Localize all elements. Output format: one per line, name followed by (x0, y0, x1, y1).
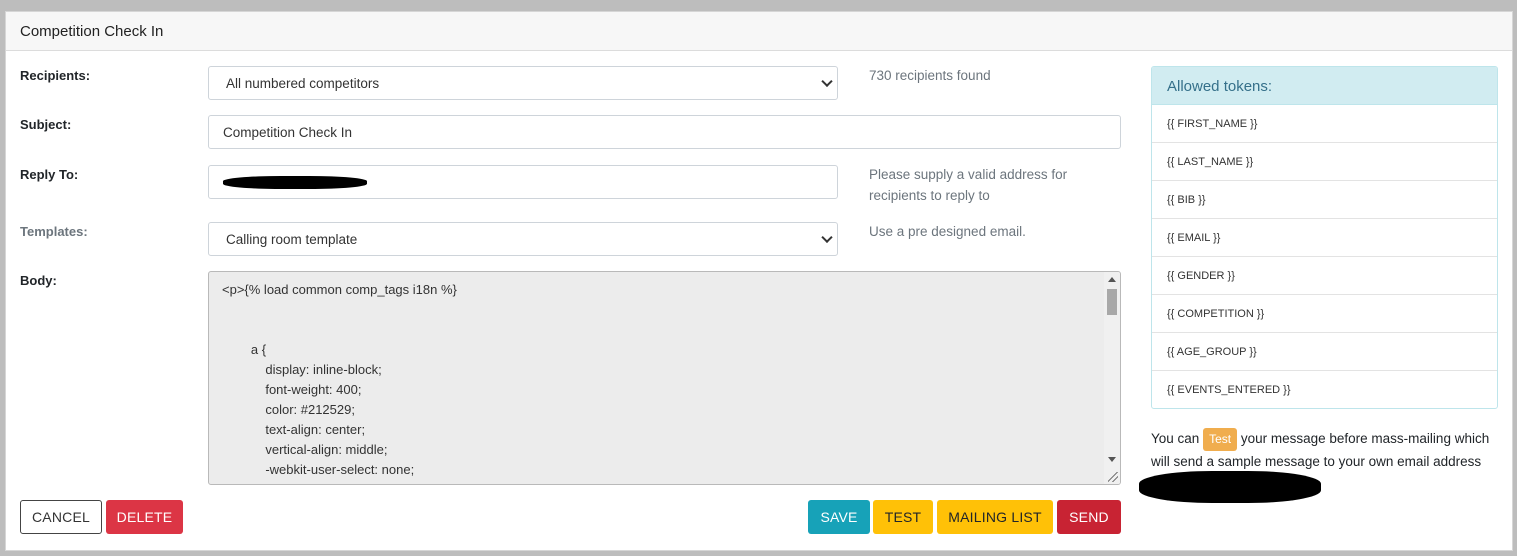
send-button[interactable]: SEND (1057, 500, 1121, 534)
templates-value: Calling room template (226, 231, 358, 247)
panel-header: Competition Check In (6, 12, 1512, 51)
reply-to-label: Reply To: (20, 167, 79, 182)
cancel-button[interactable]: CANCEL (20, 500, 102, 534)
reply-to-input[interactable] (208, 165, 838, 199)
recipients-select[interactable]: All numbered competitors (208, 66, 838, 100)
token-item[interactable]: {{ EMAIL }} (1152, 219, 1497, 257)
body-scrollbar[interactable] (1104, 272, 1120, 484)
chevron-down-icon (821, 75, 833, 88)
compose-panel: Competition Check In Recipients: All num… (5, 11, 1513, 551)
subject-label: Subject: (20, 117, 72, 132)
test-button[interactable]: TEST (873, 500, 933, 534)
body-content[interactable]: <p>{% load common comp_tags i18n %} a { … (209, 272, 1105, 484)
scroll-thumb[interactable] (1107, 289, 1117, 315)
templates-label: Templates: (20, 224, 88, 239)
panel-title: Competition Check In (20, 23, 164, 40)
token-item[interactable]: {{ FIRST_NAME }} (1152, 105, 1497, 143)
test-note-prefix: You can (1151, 431, 1200, 447)
token-item[interactable]: {{ AGE_GROUP }} (1152, 333, 1497, 371)
recipients-value: All numbered competitors (226, 75, 380, 91)
scroll-up-arrow-icon[interactable] (1108, 277, 1116, 282)
templates-help: Use a pre designed email. (869, 224, 1026, 239)
redaction-mark (1139, 471, 1321, 503)
recipients-count: 730 recipients found (869, 68, 991, 83)
test-note: You can Test your message before mass-ma… (1151, 428, 1511, 472)
test-note-suffix: your message before mass-mailing which w… (1151, 431, 1490, 469)
test-badge: Test (1203, 428, 1238, 451)
token-item[interactable]: {{ EVENTS_ENTERED }} (1152, 371, 1497, 408)
recipients-label: Recipients: (20, 68, 91, 83)
token-item[interactable]: {{ COMPETITION }} (1152, 295, 1497, 333)
allowed-tokens-title: Allowed tokens: (1152, 67, 1497, 105)
save-button[interactable]: SAVE (808, 500, 870, 534)
subject-input[interactable]: Competition Check In (208, 115, 1121, 149)
allowed-tokens-card: Allowed tokens: {{ FIRST_NAME }} {{ LAST… (1151, 66, 1498, 409)
body-label: Body: (20, 273, 57, 288)
mailing-list-button[interactable]: MAILING LIST (937, 500, 1053, 534)
token-item[interactable]: {{ GENDER }} (1152, 257, 1497, 295)
token-item[interactable]: {{ LAST_NAME }} (1152, 143, 1497, 181)
token-item[interactable]: {{ BIB }} (1152, 181, 1497, 219)
templates-select[interactable]: Calling room template (208, 222, 838, 256)
chevron-down-icon (821, 231, 833, 244)
scroll-down-arrow-icon[interactable] (1108, 457, 1116, 462)
delete-button[interactable]: DELETE (106, 500, 183, 534)
subject-value: Competition Check In (223, 124, 353, 140)
redaction-mark (223, 176, 367, 189)
body-textarea[interactable]: <p>{% load common comp_tags i18n %} a { … (208, 271, 1121, 485)
resize-grip-icon[interactable] (1108, 472, 1118, 482)
reply-to-help: Please supply a valid address for recipi… (869, 167, 1068, 203)
